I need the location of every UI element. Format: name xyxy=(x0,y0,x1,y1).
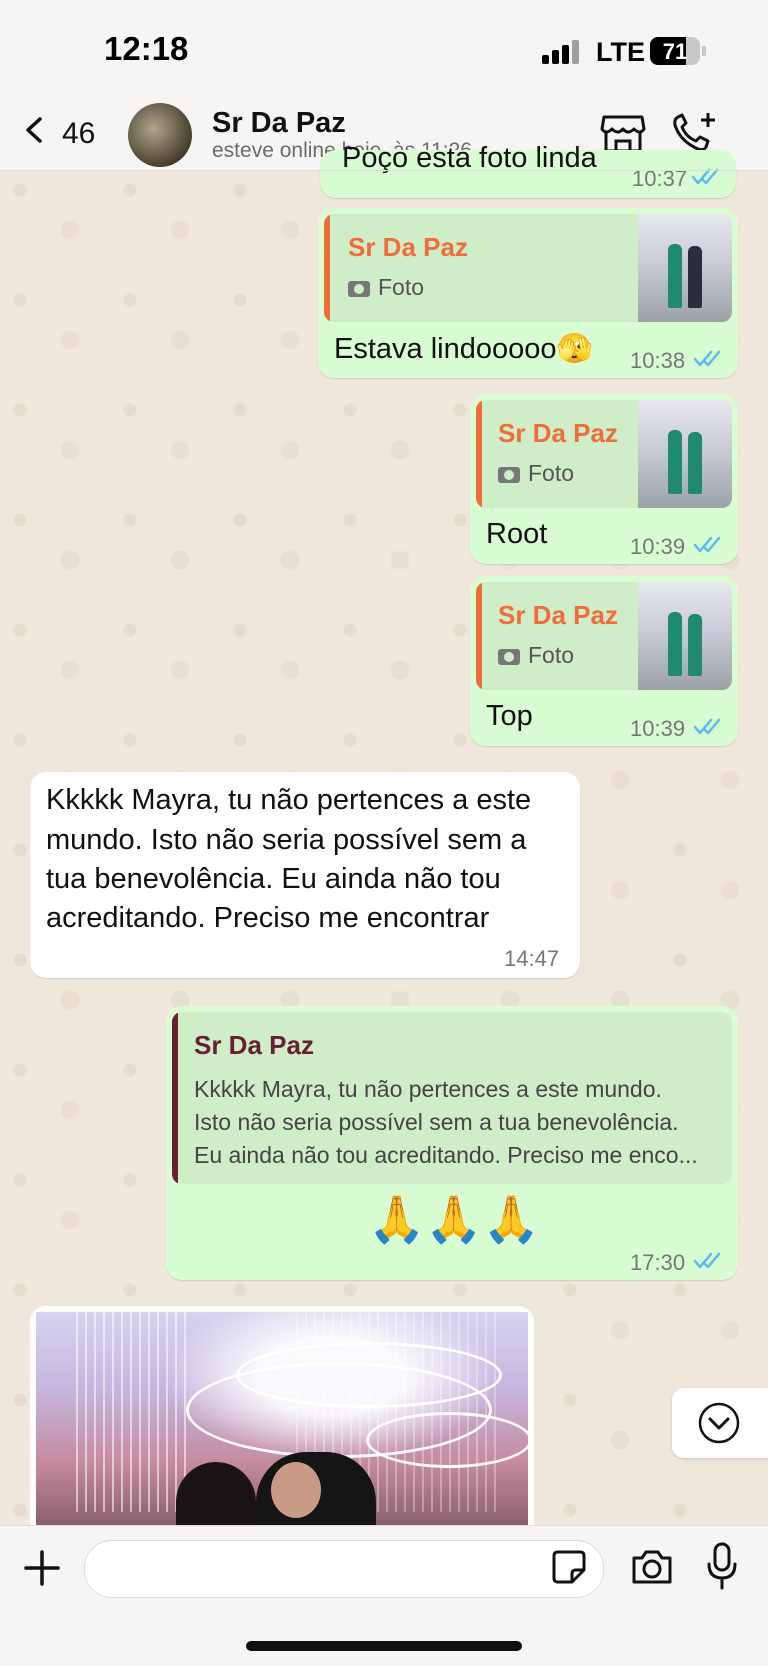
reply-quote[interactable]: Sr Da Paz Foto xyxy=(476,582,732,690)
quote-bar xyxy=(324,214,330,322)
plus-icon[interactable] xyxy=(22,1548,62,1588)
network-type: LTE xyxy=(596,37,645,67)
status-bar: 12:18 LTE 71 xyxy=(0,0,768,95)
message-line: Kkkkk Mayra, tu não pertences a este xyxy=(46,784,532,816)
double-check-icon xyxy=(694,536,721,553)
photo[interactable] xyxy=(36,1312,528,1525)
message-bubble[interactable]: Kkkkk Mayra, tu não pertences a este mun… xyxy=(30,772,580,978)
quote-bar xyxy=(476,582,482,690)
chevron-down-icon xyxy=(698,1402,740,1444)
message-time: 17:30 xyxy=(630,1250,686,1275)
battery-tip xyxy=(702,46,706,56)
message-text: Estava lindooooo🫣 xyxy=(334,333,593,365)
message-bubble[interactable]: Sr Da Paz Foto Estava lindooooo🫣 10:38 xyxy=(318,208,738,378)
message-time: 10:39 xyxy=(630,534,686,559)
battery-icon: 71 xyxy=(650,37,700,65)
quote-author: Sr Da Paz xyxy=(194,1030,314,1060)
message-time: 14:47 xyxy=(504,946,560,971)
shop-icon[interactable] xyxy=(600,113,646,155)
battery-level: 71 xyxy=(662,39,688,64)
reply-quote[interactable]: Sr Da Paz Foto xyxy=(324,214,732,322)
header-divider xyxy=(0,170,768,171)
message-bubble[interactable]: Poço esta foto linda 10:37 xyxy=(320,142,736,198)
quote-author: Sr Da Paz xyxy=(498,600,618,630)
camera-icon xyxy=(498,648,520,665)
contact-name[interactable]: Sr Da Paz xyxy=(212,107,346,140)
mic-icon[interactable] xyxy=(706,1542,738,1590)
status-time: 12:18 xyxy=(104,30,189,67)
call-add-icon[interactable] xyxy=(670,111,718,155)
message-line: tua benevolência. Eu ainda não tou xyxy=(46,863,501,895)
unread-count[interactable]: 46 xyxy=(62,117,95,151)
message-bubble[interactable]: Sr Da Paz Foto Top 10:39 xyxy=(470,576,738,746)
message-line: acreditando. Preciso me encontrar xyxy=(46,902,490,934)
quote-type: Foto xyxy=(498,642,574,669)
message-text: Root xyxy=(486,518,548,550)
reply-quote[interactable]: Sr Da Paz Foto xyxy=(476,400,732,508)
quote-line: Eu ainda não tou acreditando. Preciso me… xyxy=(194,1142,698,1168)
camera-icon xyxy=(498,466,520,483)
double-check-icon xyxy=(694,1252,721,1269)
quote-line: Isto não seria possível sem a tua benevo… xyxy=(194,1109,679,1135)
avatar[interactable] xyxy=(128,103,192,167)
message-bubble[interactable]: Sr Da Paz Foto Root 10:39 xyxy=(470,394,738,564)
message-text: Top xyxy=(486,700,533,732)
message-line: mundo. Isto não seria possível sem a xyxy=(46,824,527,856)
quote-bar xyxy=(172,1012,178,1184)
home-indicator xyxy=(246,1641,522,1651)
reply-quote[interactable]: Sr Da Paz Kkkkk Mayra, tu não pertences … xyxy=(172,1012,732,1184)
photo-message[interactable] xyxy=(30,1306,534,1525)
photo-thumbnail xyxy=(638,400,732,508)
photo-thumbnail xyxy=(638,214,732,322)
double-check-icon xyxy=(694,718,721,735)
message-time: 10:38 xyxy=(630,348,686,373)
camera-icon[interactable] xyxy=(630,1548,674,1586)
sticker-icon[interactable] xyxy=(552,1550,586,1584)
message-text: 🙏🙏🙏 xyxy=(368,1193,540,1245)
scroll-to-bottom-button[interactable] xyxy=(672,1388,768,1458)
quote-author: Sr Da Paz xyxy=(348,232,468,262)
quote-line: Kkkkk Mayra, tu não pertences a este mun… xyxy=(194,1076,662,1102)
message-bubble[interactable]: Sr Da Paz Kkkkk Mayra, tu não pertences … xyxy=(166,1006,738,1280)
photo-thumbnail xyxy=(638,582,732,690)
quote-type: Foto xyxy=(348,274,424,301)
message-time: 10:39 xyxy=(630,716,686,741)
composer-bar xyxy=(0,1525,768,1666)
quote-bar xyxy=(476,400,482,508)
quote-type: Foto xyxy=(498,460,574,487)
chevron-left-icon[interactable] xyxy=(22,117,48,143)
signal-icon xyxy=(542,40,582,64)
quote-author: Sr Da Paz xyxy=(498,418,618,448)
message-input[interactable] xyxy=(84,1540,604,1598)
camera-icon xyxy=(348,280,370,297)
double-check-icon xyxy=(694,350,721,367)
